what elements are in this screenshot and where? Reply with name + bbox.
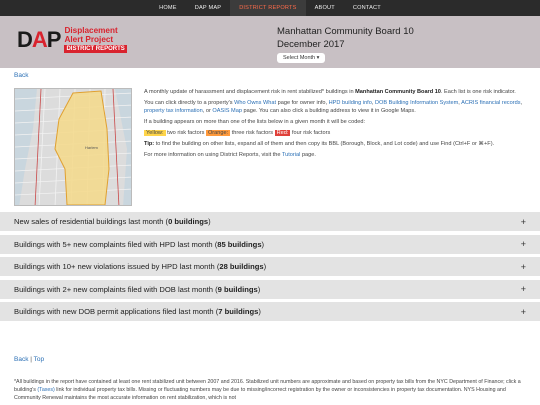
district-map-image: Harlem xyxy=(15,89,131,205)
link-taxes[interactable]: (Taxes) xyxy=(37,387,54,393)
dap-logo[interactable]: DAP Displacement Alert Project DISTRICT … xyxy=(17,26,127,54)
tag-red: Red: xyxy=(274,130,291,136)
logo-title-2: Alert Project xyxy=(64,34,114,44)
logo-subtitle: DISTRICT REPORTS xyxy=(64,45,127,54)
intro-paragraph-3: If a building appears on more than one o… xyxy=(144,119,366,125)
district-map[interactable]: Harlem xyxy=(14,88,132,206)
nav-dap-map[interactable]: DAP MAP xyxy=(186,0,230,16)
expand-icon[interactable]: + xyxy=(521,217,526,227)
link-property-tax[interactable]: property tax information xyxy=(144,108,203,114)
back-link[interactable]: Back xyxy=(14,72,28,79)
accordion-hpd-violations[interactable]: Buildings with 10+ new violations issued… xyxy=(0,257,540,276)
link-hpd-building-info[interactable]: HPD building info xyxy=(329,100,372,106)
page-header: DAP Displacement Alert Project DISTRICT … xyxy=(0,16,540,68)
accordion-dob-permits[interactable]: Buildings with new DOB permit applicatio… xyxy=(0,302,540,321)
nav-about[interactable]: ABOUT xyxy=(306,0,344,16)
tip-text: Tip: to find the building on other lists… xyxy=(144,141,495,147)
top-link[interactable]: Top xyxy=(34,356,44,363)
accordion-hpd-complaints[interactable]: Buildings with 5+ new complaints filed w… xyxy=(0,234,540,254)
logo-mark: DAP xyxy=(17,27,61,53)
expand-icon[interactable]: + xyxy=(521,239,526,249)
back-link-bottom[interactable]: Back xyxy=(14,356,28,363)
select-month-button[interactable]: Select Month ▾ xyxy=(277,53,326,63)
link-acris[interactable]: ACRIS financial records xyxy=(461,100,520,106)
accordion-new-sales[interactable]: New sales of residential buildings last … xyxy=(0,212,540,231)
accordion-label: Buildings with 10+ new violations issued… xyxy=(14,262,267,271)
report-date: December 2017 xyxy=(277,39,345,50)
intro-paragraph-2: You can click directly to a property's W… xyxy=(144,100,523,114)
community-board-name: Manhattan Community Board 10 xyxy=(277,26,414,37)
nav-district-reports[interactable]: DISTRICT REPORTS xyxy=(230,0,306,16)
expand-icon[interactable]: + xyxy=(521,284,526,294)
risk-indicator-list: New sales of residential buildings last … xyxy=(0,212,540,325)
board-name-bold: Manhattan Community Board 10 xyxy=(355,89,441,95)
intro-text: A monthly update of harassment and displ… xyxy=(144,88,528,162)
link-dob-bis[interactable]: DOB Building Information System xyxy=(375,100,458,106)
link-oasis-map[interactable]: OASIS Map xyxy=(212,108,242,114)
caret-down-icon: ▾ xyxy=(316,55,320,61)
accordion-label: New sales of residential buildings last … xyxy=(14,217,211,226)
svg-text:Harlem: Harlem xyxy=(85,145,99,150)
accordion-label: Buildings with new DOB permit applicatio… xyxy=(14,307,261,316)
accordion-label: Buildings with 5+ new complaints filed w… xyxy=(14,239,265,249)
footnote: *All buildings in the report have contai… xyxy=(14,379,521,401)
tag-yellow: Yellow: xyxy=(144,130,166,136)
risk-legend: Yellow: two risk factors Orange: three r… xyxy=(144,130,331,136)
nav-home[interactable]: HOME xyxy=(150,0,186,16)
expand-icon[interactable]: + xyxy=(521,307,526,317)
bottom-links: Back | Top xyxy=(14,356,45,363)
tag-orange: Orange: xyxy=(205,130,231,136)
top-nav: HOME DAP MAP DISTRICT REPORTS ABOUT CONT… xyxy=(0,0,540,16)
accordion-dob-complaints[interactable]: Buildings with 2+ new complaints filed w… xyxy=(0,279,540,299)
intro-paragraph-1: A monthly update of harassment and displ… xyxy=(144,89,516,95)
select-month-label: Select Month xyxy=(283,55,316,61)
intro-paragraph-5: For more information on using District R… xyxy=(144,152,316,158)
link-who-owns-what[interactable]: Who Owns What xyxy=(234,100,276,106)
nav-contact[interactable]: CONTACT xyxy=(344,0,390,16)
accordion-label: Buildings with 2+ new complaints filed w… xyxy=(14,284,261,294)
expand-icon[interactable]: + xyxy=(521,262,526,272)
link-tutorial[interactable]: Tutorial xyxy=(282,152,300,158)
report-info: Manhattan Community Board 10 December 20… xyxy=(277,26,414,63)
